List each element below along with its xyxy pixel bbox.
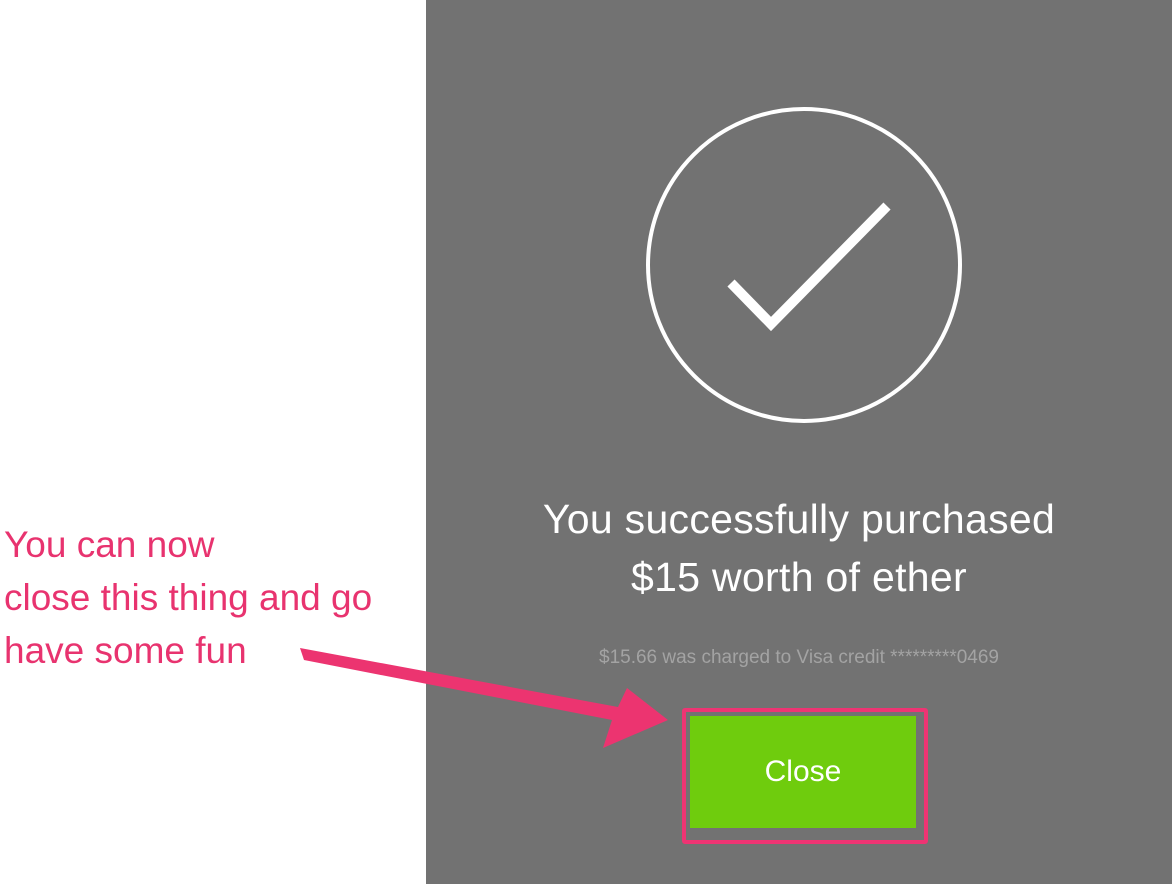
screenshot-canvas: You successfully purchased $15 worth of … (0, 0, 1172, 884)
arrow-right-icon (300, 648, 668, 748)
